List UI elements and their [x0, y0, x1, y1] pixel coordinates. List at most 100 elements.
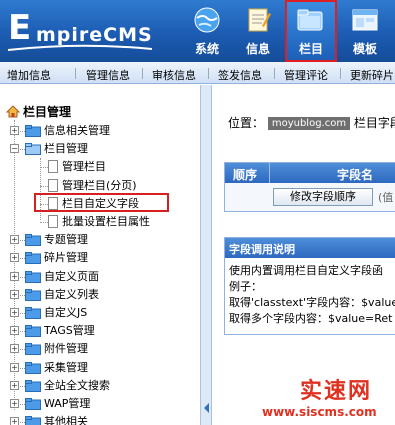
- notepad-icon: [248, 8, 271, 32]
- expander-toggle[interactable]: +: [10, 289, 19, 299]
- expander-toggle[interactable]: +: [10, 271, 19, 281]
- folder-icon: [25, 343, 41, 356]
- sidebar-splitter[interactable]: [200, 85, 212, 425]
- breadcrumb-watermark: moyublog.com: [267, 117, 351, 130]
- document-icon: [48, 160, 58, 174]
- expander-toggle[interactable]: +: [10, 399, 19, 408]
- sidebar-item-label: 信息相关管理: [44, 124, 110, 137]
- menu-review-info[interactable]: 审核信息: [152, 67, 196, 83]
- folder-icon: [297, 9, 323, 31]
- nav-info-button[interactable]: 信息: [233, 0, 283, 62]
- folder-icon: [25, 416, 41, 425]
- nav-system-button[interactable]: 系统: [182, 0, 232, 62]
- menu-add-info[interactable]: 增加信息: [7, 67, 51, 83]
- menu-separator: [274, 68, 275, 79]
- usage-panel: 字段调用说明 使用内置调用栏目自定义字段函 例子： 取得'classtext'字…: [224, 237, 395, 335]
- folder-open-icon: [25, 143, 41, 156]
- menu-separator: [208, 68, 209, 79]
- nav-template-label: 模板: [352, 42, 377, 56]
- modify-order-button[interactable]: 修改字段顺序: [273, 188, 373, 206]
- brand-url: www.siscms.com: [262, 405, 377, 419]
- sidebar-item-label: TAGS管理: [44, 324, 95, 338]
- expander-toggle[interactable]: +: [10, 326, 19, 336]
- sidebar-item-label: 自定义页面: [44, 269, 99, 283]
- breadcrumb-current: 栏目字段: [353, 116, 395, 130]
- folder-icon: [25, 398, 41, 410]
- column-divider: [269, 163, 270, 183]
- expander-toggle[interactable]: +: [10, 253, 19, 263]
- tree-connector: [40, 185, 48, 187]
- expander-toggle[interactable]: +: [10, 126, 19, 135]
- folder-icon: [25, 270, 41, 283]
- menu-separator: [75, 68, 76, 79]
- field-table-row: 修改字段顺序 (值: [225, 183, 395, 211]
- expander-toggle[interactable]: +: [10, 380, 19, 390]
- menu-separator: [142, 68, 143, 79]
- logo-text: mpireCMS: [36, 24, 153, 46]
- sidebar-item-label: 采集管理: [44, 360, 88, 374]
- folder-icon: [25, 307, 41, 319]
- field-table-header: 顺序 字段名: [225, 163, 395, 183]
- nav-column-button[interactable]: 栏目: [285, 0, 337, 62]
- expander-toggle[interactable]: +: [10, 235, 19, 245]
- document-icon: [48, 215, 58, 228]
- usage-line: 例子：: [229, 280, 262, 293]
- empirecms-logo: E mpireCMS: [6, 6, 154, 54]
- folder-icon: [25, 361, 41, 374]
- expander-toggle[interactable]: +: [10, 362, 19, 372]
- sidebar-subitem-label: 管理栏目: [62, 160, 106, 174]
- field-table: 顺序 字段名 修改字段顺序 (值: [224, 162, 395, 212]
- usage-title: 字段调用说明: [225, 238, 395, 258]
- column-field-name: 字段名: [337, 168, 374, 182]
- expander-toggle[interactable]: +: [10, 308, 19, 317]
- nav-system-label: 系统: [194, 42, 219, 56]
- sidebar-item-label: 碎片管理: [44, 251, 88, 265]
- menu-update-fragments[interactable]: 更新碎片: [350, 67, 394, 83]
- menu-sign-info[interactable]: 签发信息: [218, 67, 262, 83]
- folder-icon: [25, 325, 41, 338]
- menu-separator: [340, 68, 341, 79]
- menu-manage-comments[interactable]: 管理评论: [284, 67, 328, 83]
- sidebar-root-label: 栏目管理: [23, 105, 72, 119]
- value-hint: (值: [378, 191, 394, 204]
- menu-bar: 增加信息 管理信息 审核信息 签发信息 管理评论 更新碎片: [0, 62, 395, 84]
- logo-swoosh-icon: [7, 44, 153, 51]
- sidebar-item-label: 专题管理: [44, 233, 88, 247]
- sidebar-item-label: 自定义列表: [44, 287, 99, 301]
- expander-toggle[interactable]: +: [10, 417, 19, 425]
- collapse-arrow-icon[interactable]: [204, 403, 209, 413]
- folder-icon: [25, 252, 41, 265]
- sidebar-item-label: WAP管理: [44, 397, 91, 410]
- expander-toggle[interactable]: −: [10, 144, 19, 154]
- nav-column-label: 栏目: [298, 42, 323, 56]
- home-icon: [6, 105, 20, 118]
- column-order: 顺序: [233, 168, 258, 182]
- highlight-annotation: [34, 193, 169, 212]
- usage-line: 取得多个字段内容：$value=Ret: [229, 312, 393, 325]
- breadcrumb-prefix: 位置：: [228, 116, 265, 130]
- expander-toggle[interactable]: +: [10, 344, 19, 354]
- sidebar-item-label: 其他相关: [44, 415, 88, 425]
- sidebar-item-label: 自定义JS: [44, 306, 88, 319]
- document-icon: [48, 178, 58, 192]
- brand-watermark: 实速网: [300, 379, 373, 404]
- sidebar-subitem-label: 管理栏目(分页): [62, 178, 137, 192]
- usage-line: 取得'classtext'字段内容：$value: [229, 296, 395, 309]
- sidebar-item-label: 附件管理: [44, 342, 88, 356]
- nav-info-label: 信息: [245, 42, 270, 56]
- globe-icon: [194, 7, 220, 33]
- nav-template-button[interactable]: 模板: [340, 0, 390, 62]
- breadcrumb: 位置： moyublog.com 栏目字段: [228, 114, 395, 131]
- folder-icon: [25, 379, 41, 392]
- folder-icon: [25, 125, 41, 137]
- folder-icon: [25, 288, 41, 301]
- menu-manage-info[interactable]: 管理信息: [86, 67, 130, 83]
- window-icon: [352, 9, 378, 31]
- logo-initial: E: [8, 8, 32, 48]
- folder-icon: [25, 234, 41, 247]
- sidebar-subitem-label: 批量设置栏目属性: [62, 215, 150, 228]
- tree-connector: [40, 222, 48, 223]
- tree-connector: [40, 167, 48, 169]
- sidebar-item-label: 全站全文搜索: [44, 378, 110, 392]
- sidebar-item-label: 栏目管理: [44, 142, 88, 156]
